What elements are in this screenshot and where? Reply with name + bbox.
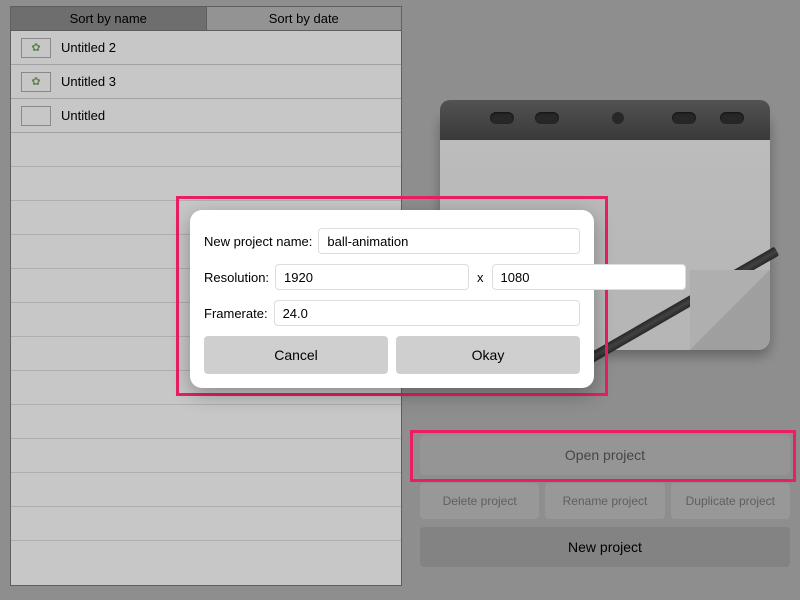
resolution-separator: x [475, 270, 486, 285]
resolution-label: Resolution: [204, 270, 269, 285]
project-name-label: New project name: [204, 234, 312, 249]
resolution-height-input[interactable] [492, 264, 686, 290]
project-name-input[interactable] [318, 228, 580, 254]
framerate-input[interactable] [274, 300, 580, 326]
cancel-button[interactable]: Cancel [204, 336, 388, 374]
framerate-label: Framerate: [204, 306, 268, 321]
new-project-dialog: New project name: Resolution: x Framerat… [190, 210, 594, 388]
resolution-width-input[interactable] [275, 264, 469, 290]
okay-button[interactable]: Okay [396, 336, 580, 374]
